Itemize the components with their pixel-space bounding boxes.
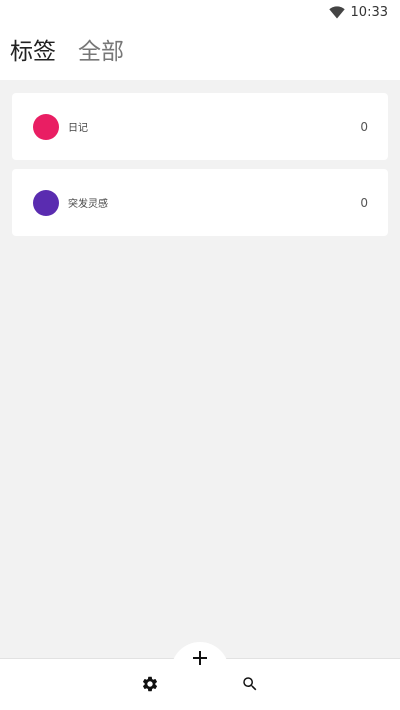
tab-all[interactable]: 全部 bbox=[78, 40, 124, 64]
tag-name: 日记 bbox=[68, 123, 88, 134]
tag-color-dot bbox=[33, 113, 59, 140]
app-screen: 10:33 标签 全部 日记 0 突发灵感 0 bbox=[0, 0, 400, 710]
tag-count: 0 bbox=[360, 119, 368, 134]
plus-icon bbox=[193, 650, 207, 669]
gear-icon bbox=[141, 675, 159, 697]
tag-count: 0 bbox=[360, 195, 368, 210]
status-bar: 10:33 bbox=[0, 0, 400, 24]
tag-card-inspiration[interactable]: 突发灵感 0 bbox=[12, 169, 388, 236]
tag-list: 日记 0 突发灵感 0 bbox=[0, 80, 400, 658]
search-button[interactable] bbox=[239, 675, 261, 697]
tab-tags[interactable]: 标签 bbox=[10, 40, 56, 64]
bottom-bar bbox=[0, 642, 400, 710]
add-button[interactable] bbox=[171, 642, 229, 700]
search-icon bbox=[241, 675, 259, 697]
settings-button[interactable] bbox=[139, 675, 161, 697]
tag-name: 突发灵感 bbox=[68, 199, 108, 210]
tag-color-dot bbox=[33, 189, 59, 216]
header-tabs: 标签 全部 bbox=[0, 24, 400, 80]
tag-card-diary[interactable]: 日记 0 bbox=[12, 93, 388, 160]
clock: 10:33 bbox=[350, 4, 388, 20]
wifi-icon bbox=[328, 5, 345, 19]
